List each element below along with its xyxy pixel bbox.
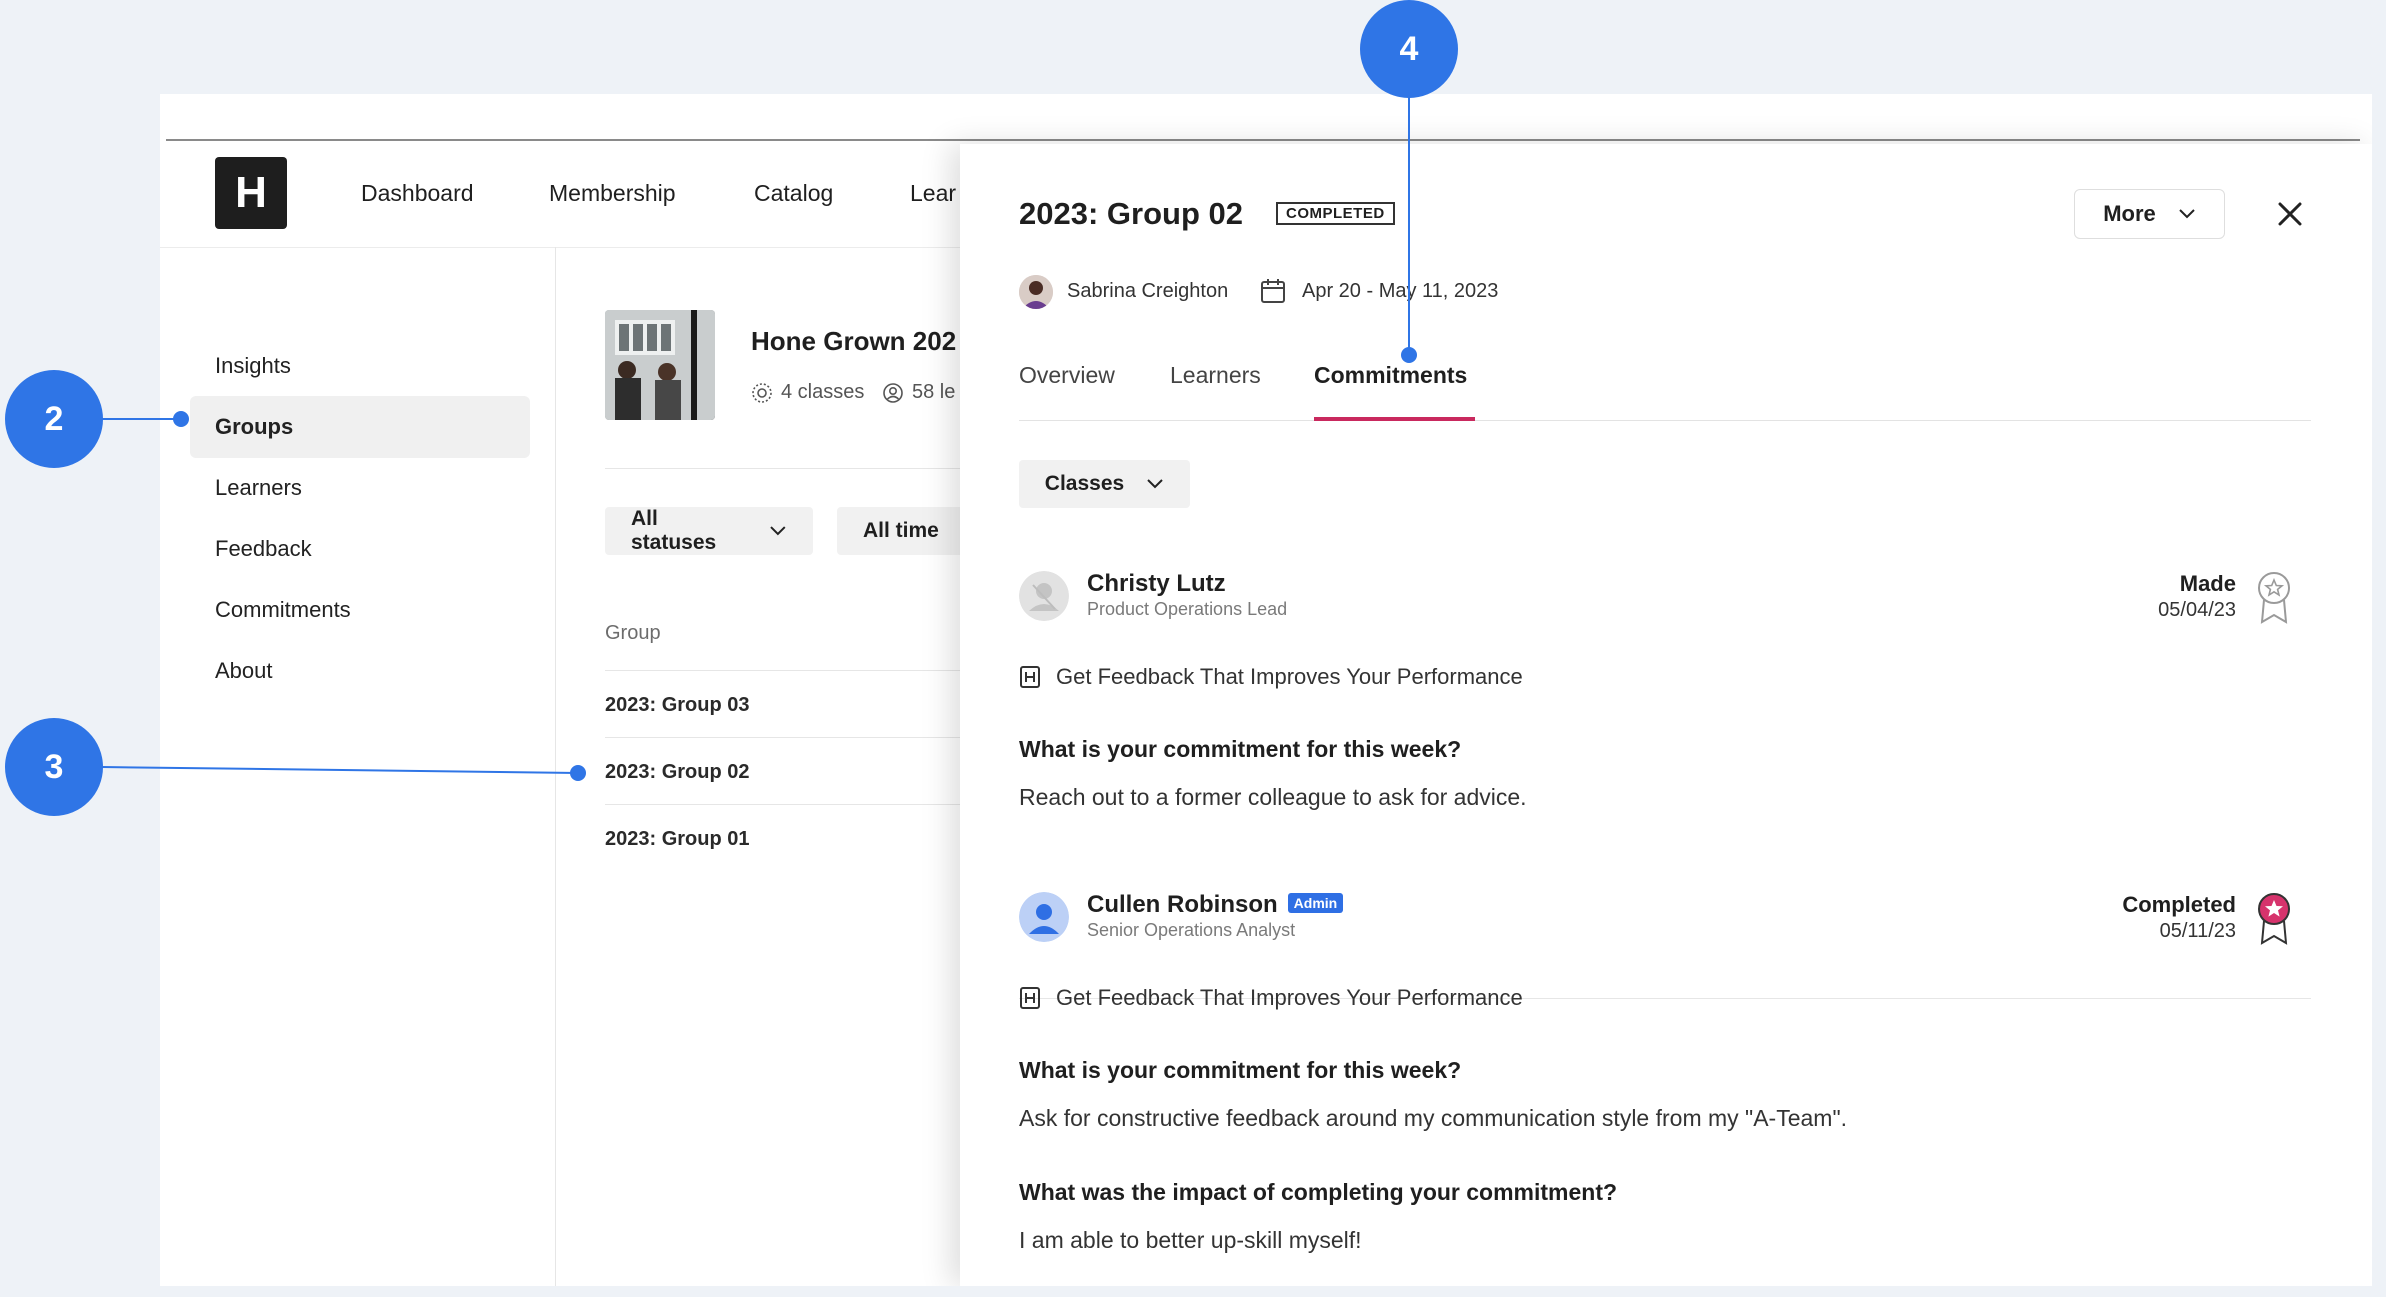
callout-marker-2: 2 (5, 370, 103, 468)
callout-marker-3: 3 (5, 718, 103, 816)
callout-leader-lines (101, 96, 1417, 781)
callout-marker-4: 4 (1360, 0, 1458, 98)
